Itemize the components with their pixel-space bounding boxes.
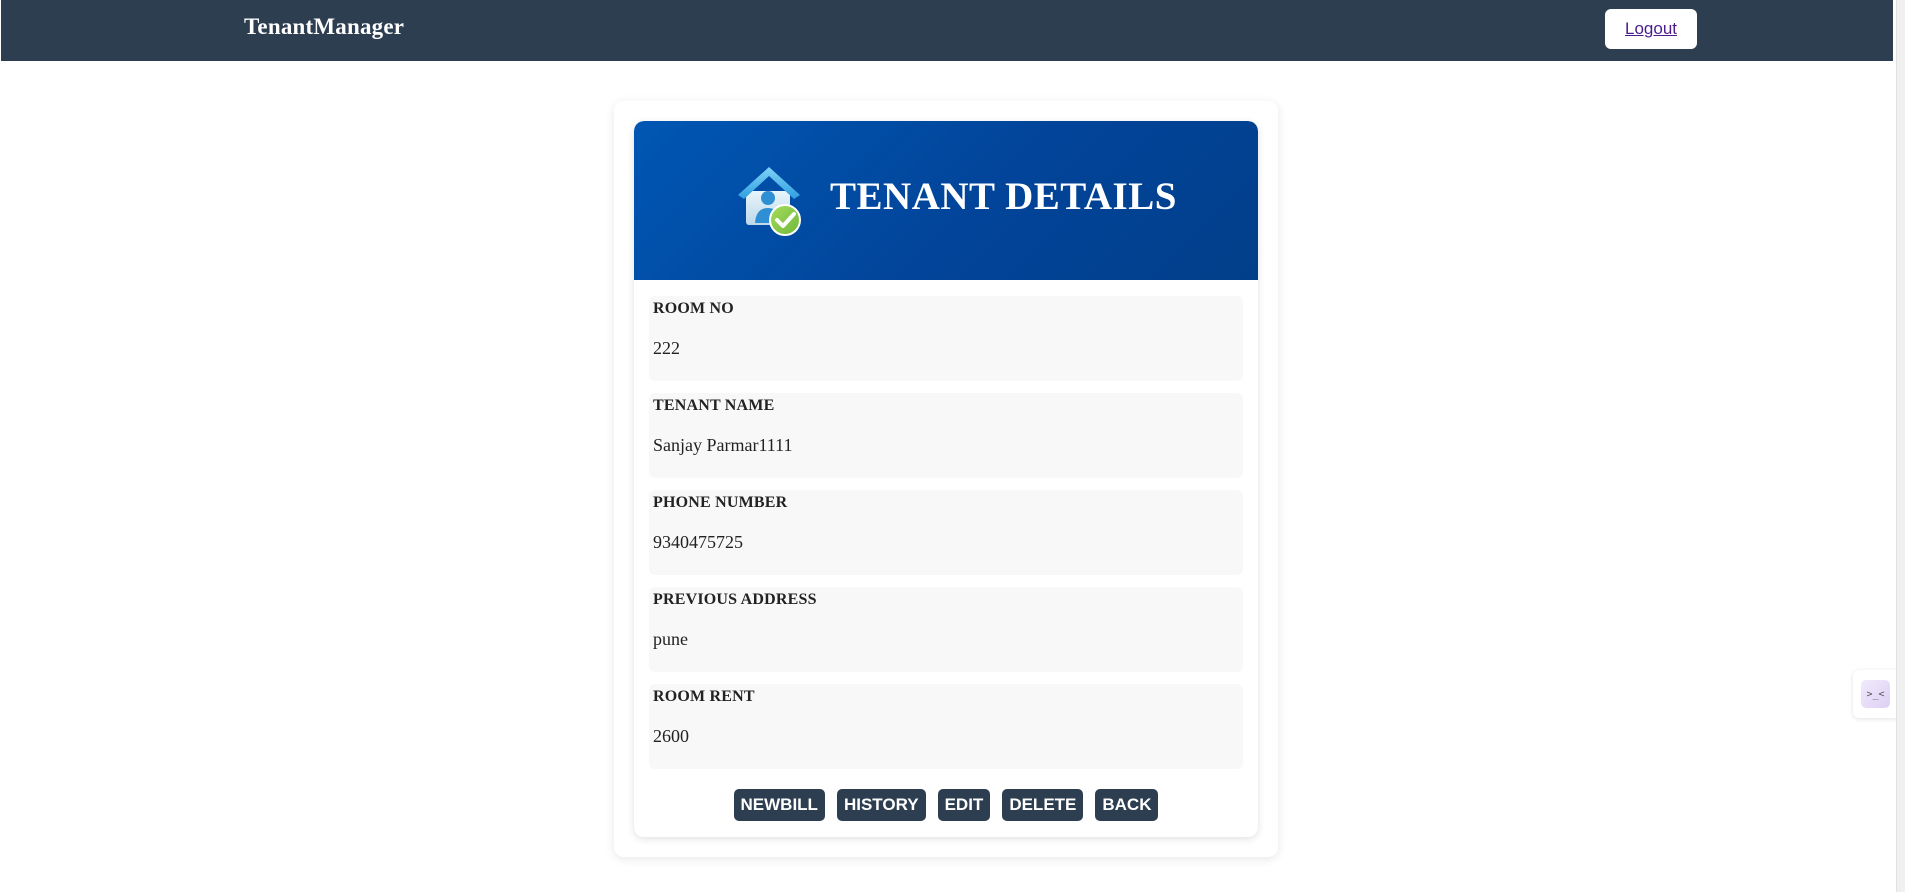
back-button[interactable]: BACK — [1095, 789, 1159, 821]
top-navbar: TenantManager Logout — [1, 0, 1893, 61]
field-previous-address: PREVIOUS ADDRESS pune — [649, 587, 1243, 672]
field-room-rent: ROOM RENT 2600 — [649, 684, 1243, 769]
field-room-no: ROOM NO 222 — [649, 296, 1243, 381]
field-phone-number: PHONE NUMBER 9340475725 — [649, 490, 1243, 575]
field-tenant-name: TENANT NAME Sanjay Parmar1111 — [649, 393, 1243, 478]
page-title: TENANT DETAILS — [830, 175, 1177, 218]
tenant-card: TENANT DETAILS ROOM NO 222 TENANT NAME S… — [634, 121, 1258, 837]
field-value: Sanjay Parmar1111 — [653, 435, 793, 455]
tenant-card-header: TENANT DETAILS — [634, 121, 1258, 280]
field-label: ROOM NO — [653, 300, 734, 317]
field-label: PREVIOUS ADDRESS — [653, 591, 817, 608]
logout-button[interactable]: Logout — [1605, 9, 1697, 49]
house-check-icon — [736, 163, 806, 237]
field-label: TENANT NAME — [653, 397, 775, 414]
field-value: 222 — [653, 338, 680, 358]
delete-button[interactable]: DELETE — [1002, 789, 1084, 821]
page: TenantManager Logout TENANT DETAILS ROOM… — [0, 0, 1905, 892]
field-label: ROOM RENT — [653, 688, 755, 705]
field-value: pune — [653, 629, 688, 649]
history-button[interactable]: HISTORY — [836, 789, 926, 821]
field-value: 9340475725 — [653, 532, 743, 552]
field-label: PHONE NUMBER — [653, 494, 788, 511]
tenant-card-container: TENANT DETAILS ROOM NO 222 TENANT NAME S… — [614, 101, 1278, 857]
field-value: 2600 — [653, 726, 689, 746]
face-icon[interactable]: >_< — [1861, 680, 1890, 708]
action-buttons: NEWBILL HISTORY EDIT DELETE BACK — [634, 789, 1258, 821]
brand-logo-text[interactable]: TenantManager — [244, 14, 404, 40]
side-assistant-widget[interactable]: >_< — [1853, 670, 1898, 718]
newbill-button[interactable]: NEWBILL — [733, 789, 825, 821]
edit-button[interactable]: EDIT — [937, 789, 991, 821]
vertical-scrollbar[interactable] — [1896, 0, 1905, 892]
